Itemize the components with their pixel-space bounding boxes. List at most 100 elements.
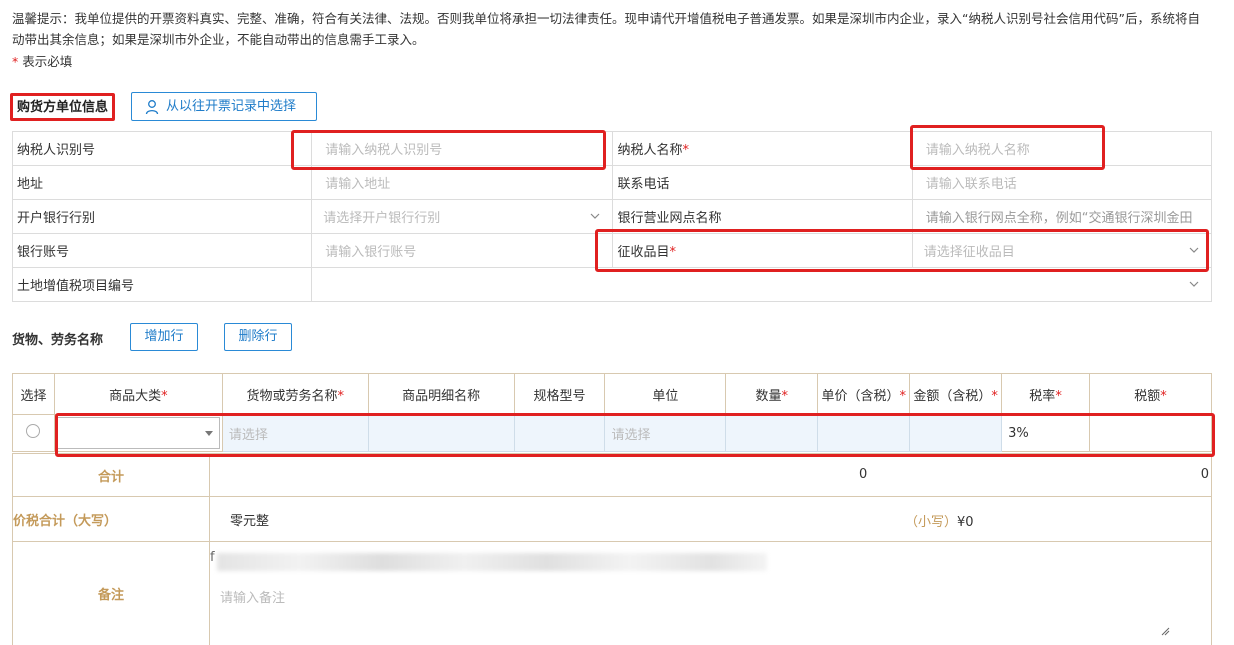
col-header-text: 单位 [652, 388, 679, 404]
tax-item-label: 征收品目* [612, 233, 913, 268]
lower-total: （小写）¥0 [905, 511, 974, 530]
unit-select[interactable]: 请选择 [604, 414, 727, 452]
required-star: * [899, 388, 906, 404]
required-star: * [1055, 388, 1062, 404]
goods-name-select[interactable]: 请选择 [221, 414, 369, 452]
remark-prefix: f [210, 550, 215, 565]
quantity-input[interactable] [725, 414, 819, 452]
unit-price-input[interactable] [817, 414, 911, 452]
table-row: 开户银行行别 请选择开户银行行别 银行营业网点名称 请输入银行网点全称，例如“交… [11, 199, 1213, 234]
col-header-text: 货物或劳务名称 [246, 388, 338, 404]
land-tax-project-label: 土地增值税项目编号 [11, 267, 313, 302]
remark-placeholder: 请输入备注 [220, 591, 286, 606]
tax-item-select[interactable]: 请选择征收品目 [911, 233, 1213, 268]
chevron-down-icon [591, 213, 600, 219]
upper-total-cell: 零元整 （小写）¥0 [209, 496, 1212, 542]
address-input[interactable]: 请输入地址 [311, 165, 614, 200]
col-header-quantity: 数量* [725, 373, 819, 415]
amount-input[interactable] [909, 414, 1003, 452]
col-header-text: 商品明细名称 [402, 388, 481, 404]
buyer-section-title: 购货方单位信息 [10, 93, 116, 121]
taxpayer-name-label-text: 纳税人名称 [617, 143, 683, 158]
total-row: 合计 0 0 [12, 453, 1212, 497]
phone-input[interactable]: 请输入联系电话 [911, 165, 1213, 200]
col-header-amount: 金额（含税）* [909, 373, 1003, 415]
col-header-category: 商品大类* [53, 373, 223, 415]
table-row: 地址 请输入地址 联系电话 请输入联系电话 [11, 165, 1213, 200]
remark-redacted-text [217, 553, 767, 571]
dropdown-arrow-icon [204, 431, 213, 436]
total-values-cell: 0 0 [209, 453, 1212, 497]
tax-amount-value [1089, 414, 1212, 452]
upper-total-label: 价税合计（大写） [12, 496, 210, 542]
col-header-goods-name: 货物或劳务名称* [221, 373, 369, 415]
taxpayer-id-label: 纳税人识别号 [11, 131, 313, 166]
buyer-info-table: 纳税人识别号 请输入纳税人识别号 纳税人名称* 请输入纳税人名称 地址 请输入地… [11, 131, 1213, 302]
required-star: * [161, 388, 168, 404]
col-header-unit-price: 单价（含税）* [817, 373, 911, 415]
col-header-select: 选择 [12, 373, 55, 415]
land-tax-project-select[interactable] [311, 267, 1212, 302]
table-row: 纳税人识别号 请输入纳税人识别号 纳税人名称* 请输入纳税人名称 [11, 131, 1213, 166]
taxpayer-id-input[interactable]: 请输入纳税人识别号 [311, 131, 614, 166]
tax-rate-value: 3% [1001, 414, 1091, 452]
bank-branch-input[interactable]: 请输入银行网点全称，例如“交通银行深圳金田 [911, 199, 1213, 234]
chevron-down-icon [1189, 247, 1199, 253]
address-label: 地址 [11, 165, 313, 200]
lower-total-label: （小写） [905, 515, 958, 530]
select-history-button[interactable]: 从以往开票记录中选择 [131, 92, 317, 121]
required-star: * [337, 388, 345, 404]
delete-row-button[interactable]: 删除行 [224, 323, 292, 351]
col-header-text: 数量 [755, 388, 782, 404]
category-cell [53, 414, 223, 452]
upper-total-row: 价税合计（大写） 零元整 （小写）¥0 [12, 496, 1212, 542]
chevron-down-icon [1189, 281, 1199, 287]
total-tax: 0 [1200, 467, 1209, 482]
col-header-text: 税额 [1134, 388, 1161, 404]
required-star: * [991, 388, 998, 404]
phone-label: 联系电话 [612, 165, 913, 200]
lower-total-value: ¥0 [957, 515, 974, 530]
resize-handle-icon[interactable] [1160, 626, 1170, 636]
taxpayer-name-input[interactable]: 请输入纳税人名称 [911, 131, 1213, 166]
table-row: 银行账号 请输入银行账号 征收品目* 请选择征收品目 [11, 233, 1213, 268]
required-star: * [1160, 388, 1167, 404]
total-label: 合计 [12, 453, 210, 497]
required-star: * [682, 143, 690, 158]
col-header-text: 金额（含税） [913, 388, 992, 404]
col-header-tax-amount: 税额* [1089, 373, 1212, 415]
user-icon [145, 100, 159, 115]
bank-type-label: 开户银行行别 [11, 199, 313, 234]
required-star: * [781, 388, 789, 404]
col-header-text: 规格型号 [533, 388, 586, 404]
required-label: 表示必填 [18, 54, 73, 69]
bank-account-label: 银行账号 [11, 233, 313, 268]
remark-label: 备注 [12, 541, 210, 645]
goods-table: 选择 商品大类* 货物或劳务名称* 商品明细名称 规格型号 单位 数量* 单价（… [12, 373, 1212, 452]
goods-section-label: 货物、劳务名称 [12, 333, 104, 348]
upper-total-value: 零元整 [230, 513, 270, 529]
tax-item-label-text: 征收品目 [617, 245, 670, 260]
col-header-tax-rate: 税率* [1001, 373, 1091, 415]
row-select-radio[interactable] [26, 424, 41, 438]
spec-input[interactable] [513, 414, 606, 452]
goods-header-row: 选择 商品大类* 货物或劳务名称* 商品明细名称 规格型号 单位 数量* 单价（… [12, 373, 1212, 415]
bank-type-select[interactable]: 请选择开户银行行别 [311, 199, 614, 234]
col-header-text: 税率 [1029, 388, 1056, 404]
col-header-text: 单价（含税） [821, 388, 900, 404]
tax-item-placeholder: 请选择征收品目 [923, 245, 1015, 260]
col-header-text: 选择 [20, 388, 47, 404]
required-star: * [669, 245, 677, 260]
row-select-cell [12, 414, 55, 452]
add-row-button[interactable]: 增加行 [130, 323, 198, 351]
detail-name-input[interactable] [367, 414, 515, 452]
category-select[interactable] [56, 417, 220, 449]
col-header-text: 商品大类 [109, 388, 162, 404]
summary-table: 合计 0 0 价税合计（大写） 零元整 （小写）¥0 备注 f [12, 453, 1212, 645]
bank-account-input[interactable]: 请输入银行账号 [311, 233, 614, 268]
required-note: * 表示必填 [12, 51, 72, 70]
col-header-detail-name: 商品明细名称 [367, 373, 515, 415]
col-header-unit: 单位 [604, 373, 727, 415]
taxpayer-name-label: 纳税人名称* [612, 131, 913, 166]
bank-type-placeholder: 请选择开户银行行别 [323, 211, 441, 226]
